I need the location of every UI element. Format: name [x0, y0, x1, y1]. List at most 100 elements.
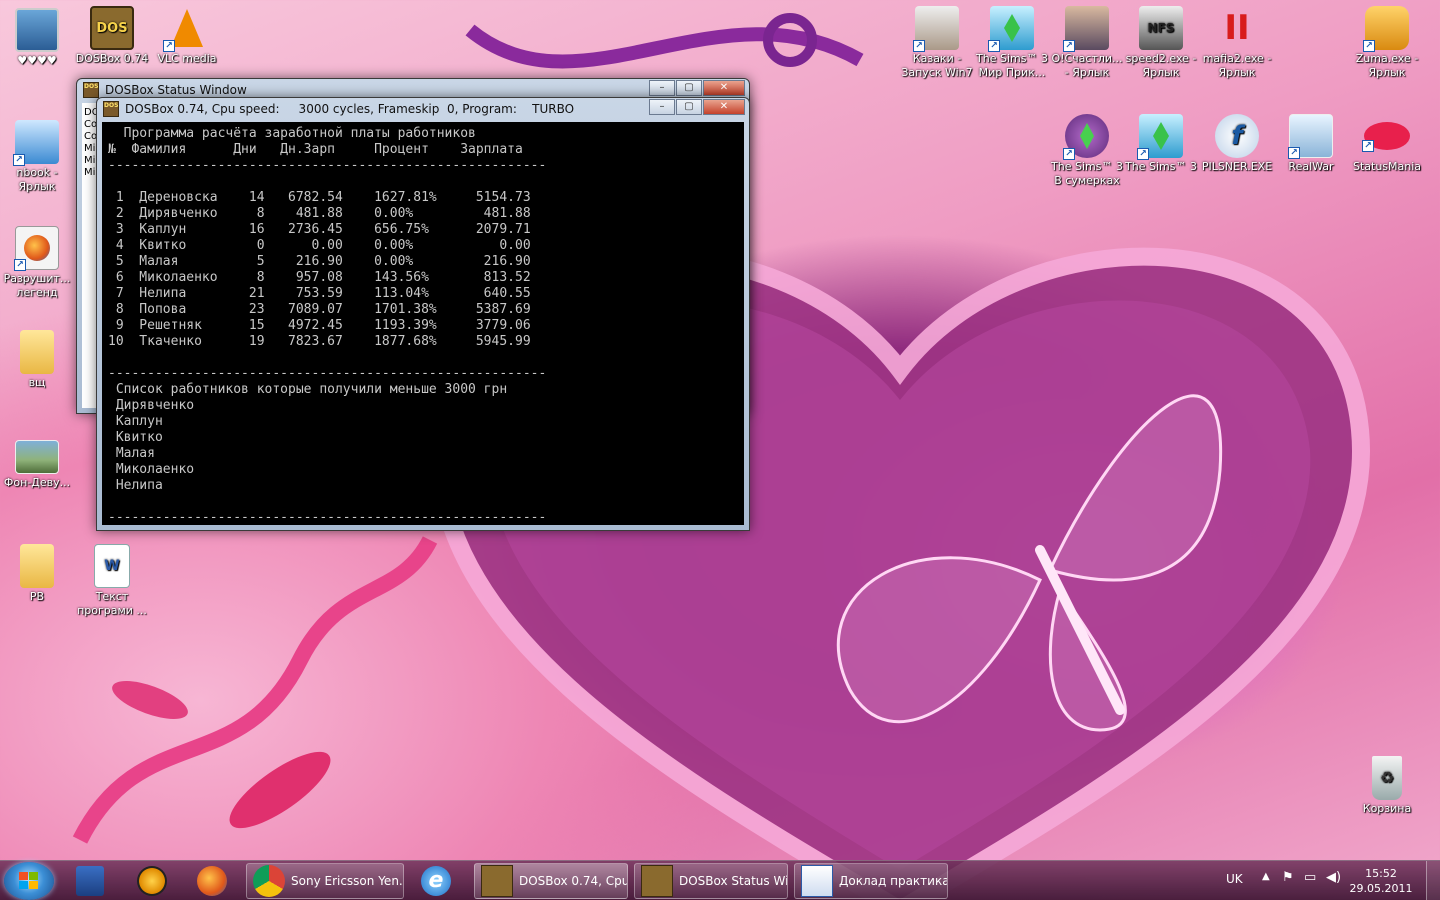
mafia-icon: II: [1224, 8, 1250, 48]
minimize-button[interactable]: –: [649, 99, 675, 115]
console-line: Малая: [108, 446, 155, 461]
language-indicator[interactable]: UK: [1226, 872, 1243, 886]
desktop-icon-label: PILSNER.EXE: [1201, 160, 1273, 173]
clock[interactable]: 15:52 29.05.2011: [1346, 866, 1416, 896]
desktop-icon-oschastli[interactable]: ↗ O!Счастли... - Ярлык: [1050, 6, 1124, 80]
chrome-icon: [253, 865, 285, 897]
taskbar: Sony Ericsson Yen... e DOSBox 0.74, Cpu.…: [0, 860, 1440, 900]
dosbox-icon: DOS: [90, 6, 134, 50]
dos-console[interactable]: Программа расчёта заработной платы работ…: [102, 122, 744, 525]
taskbar-button-label: Sony Ericsson Yen...: [291, 874, 404, 888]
desktop-icon-dosbox[interactable]: DOS DOSBox 0.74: [75, 6, 149, 66]
sims-icon: ↗: [988, 6, 1034, 52]
zuma-icon: ↗: [1363, 6, 1409, 52]
console-line: ----------------------------------------…: [108, 510, 547, 525]
dosbox-title: DOSBox 0.74, Cpu speed: 3000 cycles, Fra…: [125, 102, 575, 116]
console-line: 9 Решетняк 15 4972.45 1193.39% 3779.06: [108, 318, 531, 333]
show-hidden-icons-button[interactable]: ▲: [1262, 871, 1270, 882]
system-tray: UK ▲ ⚑ ▭ ◀) 15:52 29.05.2011: [1210, 861, 1440, 900]
console-line: 2 Дирявченко 8 481.88 0.00% 481.88: [108, 206, 531, 221]
taskbar-button-dosbox[interactable]: DOSBox 0.74, Cpu...: [474, 863, 628, 899]
taskbar-pin-ie[interactable]: e: [408, 863, 464, 899]
desktop-icon-vsh[interactable]: вщ: [0, 330, 74, 390]
windows-logo-icon: [19, 872, 39, 890]
desktop-icon-label: nbook - Ярлык: [16, 166, 58, 193]
desktop-icon-sims3[interactable]: ↗ The Sims™ 3: [1124, 114, 1198, 174]
console-line: Программа расчёта заработной платы работ…: [108, 126, 476, 141]
volume-icon[interactable]: ◀): [1326, 870, 1341, 885]
desktop-icon-label: The Sims™ 3 В сумерках: [1051, 160, 1123, 187]
console-line: Нелипа: [108, 478, 163, 493]
desktop-icon-sims3-mir[interactable]: ↗ The Sims™ 3 Мир Прик...: [975, 6, 1049, 80]
desktop-icon-realwar[interactable]: ↗ RealWar: [1274, 114, 1348, 174]
console-line: № Фамилия Дни Дн.Зарп Процент Зарплата: [108, 142, 523, 157]
taskbar-pin-aimp[interactable]: [124, 863, 180, 899]
status-window-title: DOSBox Status Window: [105, 83, 247, 97]
action-center-icon[interactable]: ⚑: [1282, 870, 1294, 885]
dosbox-icon: DOS: [83, 82, 99, 98]
desktop-icon-label: mafia2.exe - Ярлык: [1202, 52, 1272, 79]
taskbar-button-label: Доклад практика...: [839, 874, 948, 888]
console-line: 8 Попова 23 7089.07 1701.38% 5387.69: [108, 302, 531, 317]
desktop-icon-fon[interactable]: Фон-Деву...: [0, 440, 74, 490]
desktop-icon-label: Разрушит... легенд: [3, 272, 71, 299]
close-button[interactable]: ✕: [703, 99, 745, 115]
taskbar-button-label: DOSBox Status Wi...: [679, 874, 788, 888]
sims-icon: ↗: [1137, 114, 1183, 160]
desktop-icon-sims3-sumerki[interactable]: ↗ The Sims™ 3 В сумерках: [1050, 114, 1124, 188]
taskbar-button-word[interactable]: Доклад практика...: [794, 863, 948, 899]
desktop-icon-word-doc[interactable]: W Текст програми ...: [75, 544, 149, 618]
taskbar-button-dosbox-status[interactable]: DOSBox Status Wi...: [634, 863, 788, 899]
desktop-icon-label: DOSBox 0.74: [75, 52, 149, 65]
show-desktop-button[interactable]: [1426, 861, 1440, 900]
desktop-icon-zuma[interactable]: ↗ Zuma.exe - Ярлык: [1350, 6, 1424, 80]
console-line: 6 Миколаенко 8 957.08 143.56% 813.52: [108, 270, 531, 285]
minimize-button[interactable]: –: [649, 80, 675, 96]
taskbar-button-chrome[interactable]: Sony Ericsson Yen...: [246, 863, 404, 899]
desktop-icon-kazaki[interactable]: ↗ Казаки - Запуск Win7: [900, 6, 974, 80]
desktop-icon-pb[interactable]: PB: [0, 544, 74, 604]
statusmania-icon: ↗: [1362, 122, 1410, 152]
floppy-save-icon: [76, 866, 104, 896]
firefox-icon: ↗: [14, 226, 59, 271]
desktop-icon-vlc[interactable]: ↗ VLC media: [150, 6, 224, 66]
taskbar-button-label: DOSBox 0.74, Cpu...: [519, 874, 628, 888]
desktop-icon-razrushiteli[interactable]: ↗ Разрушит... легенд: [0, 226, 74, 300]
console-line: Дирявченко: [108, 398, 195, 413]
taskbar-pin-save[interactable]: [62, 863, 118, 899]
console-line: 1 Дереновска 14 6782.54 1627.81% 5154.73: [108, 190, 531, 205]
dosbox-icon: [641, 865, 673, 897]
cossacks-icon: ↗: [913, 6, 959, 52]
close-button[interactable]: ✕: [703, 80, 745, 96]
word-icon: [801, 865, 833, 897]
recycle-bin-icon: ♻: [1372, 756, 1402, 800]
desktop-icon-label: The Sims™ 3 Мир Прик...: [976, 52, 1048, 79]
console-line: 3 Каплун 16 2736.45 656.75% 2079.71: [108, 222, 531, 237]
desktop-icon-label: Текст програми ...: [77, 590, 147, 617]
console-line: Список работников которые получили меньш…: [108, 382, 508, 397]
desktop-icon-speed2[interactable]: NFS speed2.exe - Ярлык: [1124, 6, 1198, 80]
clock-date: 29.05.2011: [1349, 882, 1413, 895]
taskbar-pin-firefox[interactable]: [184, 863, 240, 899]
network-icon: ↗: [13, 120, 59, 166]
maximize-button[interactable]: ▢: [676, 99, 702, 115]
console-line: ----------------------------------------…: [108, 366, 547, 381]
console-line: Квитко: [108, 430, 163, 445]
maximize-button[interactable]: ▢: [676, 80, 702, 96]
desktop-icon-label: Фон-Деву...: [3, 476, 71, 489]
desktop-icon-label: Zuma.exe - Ярлык: [1355, 52, 1419, 79]
desktop-icon-computer[interactable]: ♥♥♥♥: [0, 8, 74, 68]
firefox-icon: [197, 866, 227, 896]
network-tray-icon[interactable]: ▭: [1304, 870, 1316, 885]
desktop-icon-recycle-bin[interactable]: ♻ Корзина: [1350, 756, 1424, 816]
start-button[interactable]: [4, 862, 54, 900]
console-line: 4 Квитко 0 0.00 0.00% 0.00: [108, 238, 531, 253]
desktop-icon-pilsner[interactable]: f PILSNER.EXE: [1200, 114, 1274, 174]
dosbox-main-window[interactable]: DOS DOSBox 0.74, Cpu speed: 3000 cycles,…: [96, 97, 750, 531]
sims-icon: ↗: [1063, 114, 1109, 160]
desktop-icon-nbook[interactable]: ↗ nbook - Ярлык: [0, 120, 74, 194]
desktop-icon-mafia2[interactable]: II mafia2.exe - Ярлык: [1200, 6, 1274, 80]
desktop-icon-statusmania[interactable]: ↗ StatusMania: [1350, 114, 1424, 174]
